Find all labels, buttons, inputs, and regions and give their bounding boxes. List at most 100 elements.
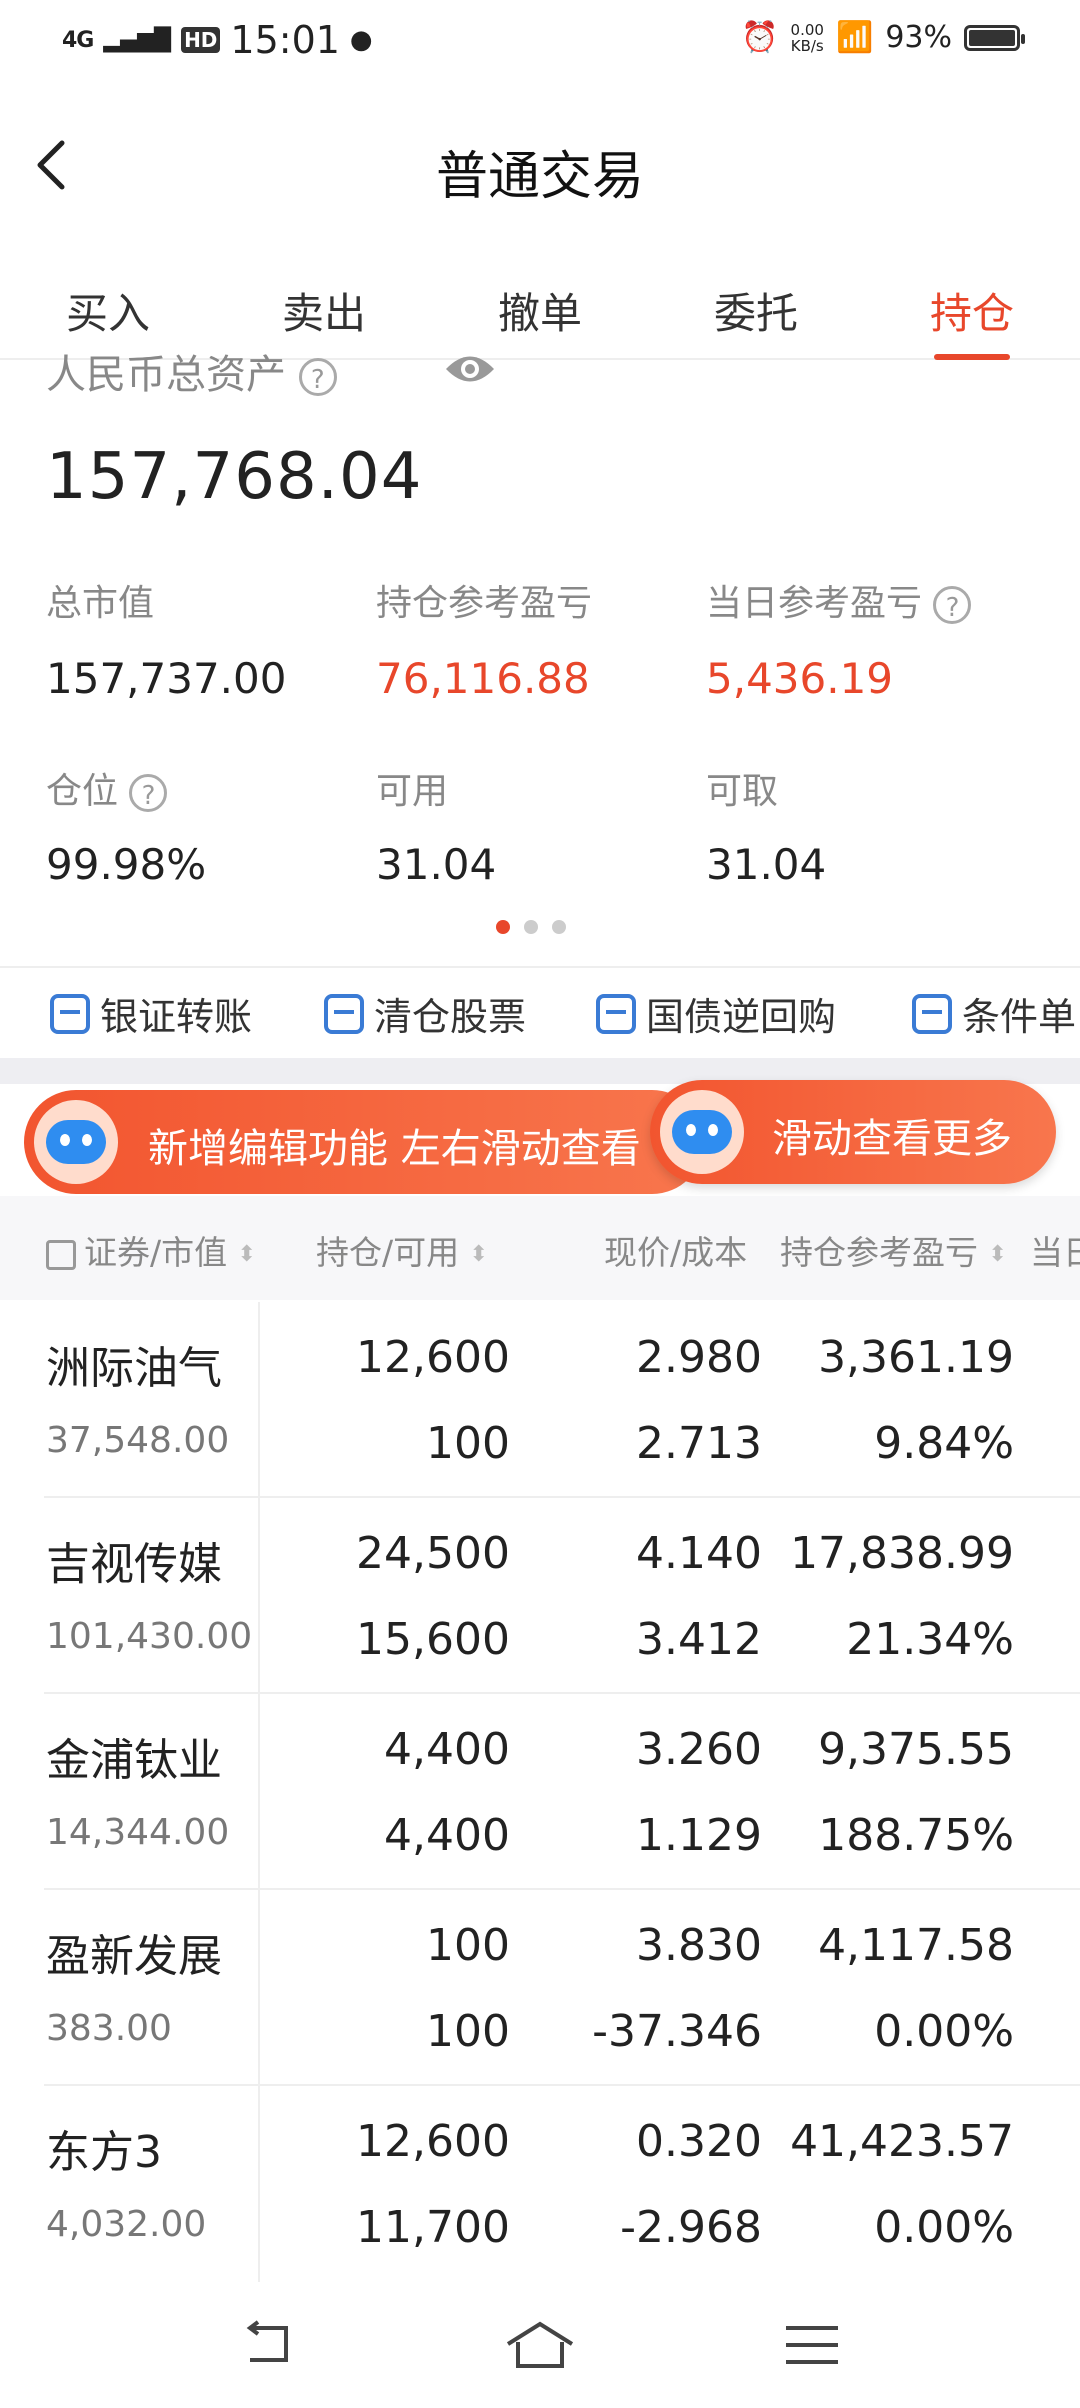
table-row[interactable]: 洲际油气 37,548.00 12,600 100 2.980 2.713 3,… bbox=[0, 1302, 1080, 1498]
header-position-pl[interactable]: 持仓参考盈亏 ⬍ bbox=[780, 1226, 1007, 1274]
available-qty: 100 bbox=[426, 2006, 510, 2057]
back-arrow-icon bbox=[246, 2320, 288, 2362]
header-price: 现价/成本 bbox=[604, 1226, 747, 1274]
stock-market-value: 37,548.00 bbox=[46, 1420, 230, 1461]
header-label: 证券/市值 bbox=[84, 1233, 228, 1272]
table-row[interactable]: 东方3 4,032.00 12,600 11,700 0.320 -2.968 … bbox=[0, 2086, 1080, 2282]
header-label: 现价/成本 bbox=[604, 1233, 748, 1272]
back-nav-button[interactable] bbox=[240, 2320, 296, 2374]
table-header: 证券/市值 ⬍ 持仓/可用 ⬍ 现价/成本 持仓参考盈亏 ⬍ 当日 bbox=[0, 1196, 1080, 1300]
stock-market-value: 14,344.00 bbox=[46, 1812, 230, 1853]
header-daily[interactable]: 当日 bbox=[1030, 1226, 1080, 1274]
help-icon[interactable]: ? bbox=[933, 586, 972, 624]
page-dot bbox=[552, 920, 566, 934]
table-row[interactable]: 盈新发展 383.00 100 100 3.830 -37.346 4,117.… bbox=[0, 1890, 1080, 2086]
status-bar: 4G ▂▄▆█ HD 15:01 ● ⏰ 0.00 KB/s 📶 93% bbox=[0, 0, 1080, 80]
position-pl-value: 76,116.88 bbox=[376, 654, 590, 703]
position-pl: 9,375.55 bbox=[818, 1724, 1014, 1775]
tab-cancel[interactable]: 撤单 bbox=[470, 280, 610, 341]
header-security[interactable]: 证券/市值 ⬍ bbox=[46, 1226, 256, 1274]
page-title: 普通交易 bbox=[435, 147, 644, 207]
status-right: ⏰ 0.00 KB/s 📶 93% bbox=[741, 20, 1025, 55]
tab-label: 委托 bbox=[713, 289, 798, 338]
divider bbox=[0, 966, 1080, 968]
holding-qty: 4,400 bbox=[384, 1724, 510, 1775]
header-label: 持仓参考盈亏 bbox=[780, 1233, 978, 1272]
wifi-icon: 📶 bbox=[835, 20, 874, 55]
cost-price: -2.968 bbox=[620, 2202, 762, 2253]
net-speed-unit: KB/s bbox=[790, 36, 824, 55]
active-tab-indicator bbox=[934, 354, 1010, 360]
action-label: 清仓股票 bbox=[374, 995, 527, 1039]
cost-price: 3.412 bbox=[636, 1614, 762, 1665]
repo-icon bbox=[596, 993, 636, 1034]
hd-badge: HD bbox=[181, 27, 221, 53]
reverse-repo-button[interactable]: 国债逆回购 bbox=[596, 986, 836, 1041]
sort-icon: ⬍ bbox=[237, 1242, 257, 1267]
position-pl: 17,838.99 bbox=[790, 1528, 1014, 1579]
sort-icon: ⬍ bbox=[469, 1242, 489, 1267]
position-ratio-label-row: 仓位 ? bbox=[46, 762, 168, 814]
tab-buy[interactable]: 买入 bbox=[38, 280, 178, 341]
swipe-hint-banner[interactable]: 滑动查看更多 bbox=[650, 1080, 1056, 1184]
available-qty: 100 bbox=[426, 1418, 510, 1469]
holding-qty: 100 bbox=[426, 1920, 510, 1971]
cost-price: 2.713 bbox=[636, 1418, 762, 1469]
action-label: 银证转账 bbox=[100, 995, 253, 1039]
page-indicator bbox=[496, 920, 566, 934]
tab-orders[interactable]: 委托 bbox=[686, 280, 826, 341]
bank-transfer-button[interactable]: 银证转账 bbox=[50, 986, 252, 1041]
status-left: 4G ▂▄▆█ HD 15:01 ● bbox=[62, 18, 373, 62]
position-ratio-value: 99.98% bbox=[46, 840, 207, 889]
header-holding[interactable]: 持仓/可用 ⬍ bbox=[316, 1226, 488, 1274]
network-indicator: 4G bbox=[62, 27, 94, 53]
cost-price: -37.346 bbox=[592, 2006, 762, 2057]
position-pl: 4,117.58 bbox=[818, 1920, 1014, 1971]
clear-position-button[interactable]: 清仓股票 bbox=[324, 986, 526, 1041]
stock-market-value: 383.00 bbox=[46, 2008, 172, 2049]
stock-name: 金浦钛业 bbox=[46, 1735, 222, 1786]
alarm-icon: ⏰ bbox=[741, 20, 779, 55]
page-dot bbox=[496, 920, 510, 934]
tab-label: 买入 bbox=[65, 289, 150, 338]
withdrawable-label: 可取 bbox=[706, 771, 779, 812]
position-pl-pct: 0.00% bbox=[874, 2202, 1014, 2253]
current-price: 3.830 bbox=[636, 1920, 762, 1971]
menu-nav-button[interactable] bbox=[784, 2320, 840, 2374]
help-icon[interactable]: ? bbox=[298, 358, 337, 396]
help-icon[interactable]: ? bbox=[129, 774, 168, 812]
total-assets-value: 157,768.04 bbox=[46, 440, 423, 514]
net-speed: 0.00 KB/s bbox=[791, 22, 824, 54]
table-row[interactable]: 吉视传媒 101,430.00 24,500 15,600 4.140 3.41… bbox=[0, 1498, 1080, 1694]
market-value-label: 总市值 bbox=[46, 583, 155, 624]
daily-pl-label: 当日参考盈亏 bbox=[706, 583, 923, 624]
total-assets-label: 人民币总资产 bbox=[46, 352, 286, 398]
tab-sell[interactable]: 卖出 bbox=[254, 280, 394, 341]
available-qty: 15,600 bbox=[356, 1614, 510, 1665]
table-row[interactable]: 金浦钛业 14,344.00 4,400 4,400 3.260 1.129 9… bbox=[0, 1694, 1080, 1890]
list-icon bbox=[912, 993, 952, 1034]
new-feature-banner[interactable]: 新增编辑功能 左右滑动查看 bbox=[24, 1090, 704, 1194]
available-label: 可用 bbox=[376, 771, 449, 812]
home-nav-button[interactable] bbox=[504, 2320, 576, 2374]
cost-price: 1.129 bbox=[636, 1810, 762, 1861]
stock-name: 吉视传媒 bbox=[46, 1539, 222, 1590]
transfer-icon bbox=[50, 993, 90, 1034]
total-assets-label-row: 人民币总资产 ? bbox=[46, 342, 337, 400]
position-pl-pct: 0.00% bbox=[874, 2006, 1014, 2057]
daily-pl-label-row: 当日参考盈亏 ? bbox=[706, 574, 972, 626]
battery-icon bbox=[964, 24, 1025, 51]
position-pl: 41,423.57 bbox=[790, 2116, 1014, 2167]
robot-mascot-icon bbox=[660, 1090, 744, 1174]
edit-icon[interactable] bbox=[46, 1239, 76, 1270]
current-price: 4.140 bbox=[636, 1528, 762, 1579]
current-price: 0.320 bbox=[636, 2116, 762, 2167]
eye-icon[interactable] bbox=[444, 352, 496, 390]
banner-text: 滑动查看更多 bbox=[772, 1116, 1012, 1162]
conditional-order-button[interactable]: 条件单 bbox=[912, 986, 1076, 1041]
position-ratio-label: 仓位 bbox=[46, 771, 119, 812]
menu-icon bbox=[786, 2326, 838, 2364]
action-label: 国债逆回购 bbox=[646, 995, 837, 1039]
wechat-icon: ● bbox=[349, 25, 373, 55]
tab-positions[interactable]: 持仓 bbox=[902, 280, 1042, 360]
